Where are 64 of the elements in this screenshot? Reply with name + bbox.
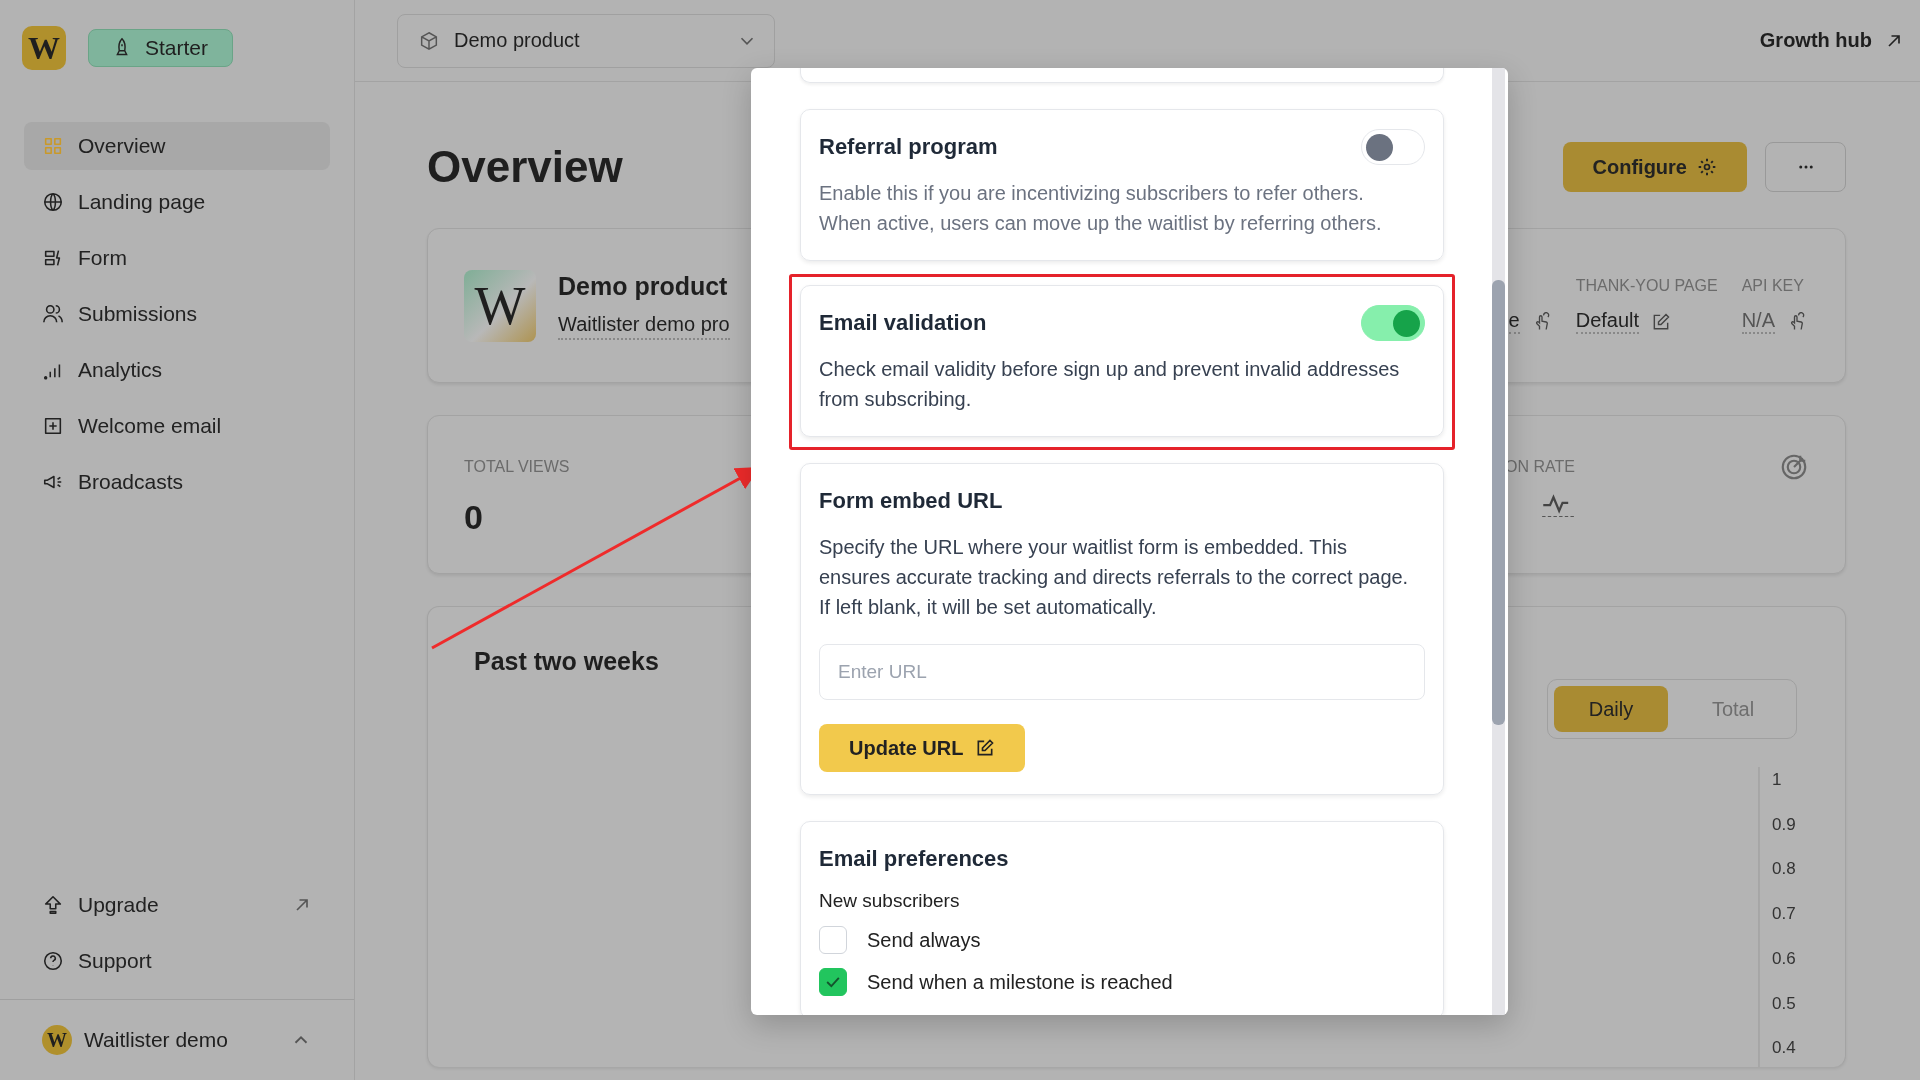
section-subtitle: New subscribers	[819, 890, 961, 912]
plan-badge: Starter	[88, 29, 234, 67]
product-logo: W	[464, 269, 536, 342]
axis-tick-label: 0.8	[1772, 859, 1796, 879]
nav-icon	[42, 415, 64, 437]
sidebar-item[interactable]: Landing page	[24, 178, 330, 226]
field-label: THANK-YOU PAGE	[1575, 277, 1718, 295]
sidebar-item[interactable]: Overview	[24, 122, 330, 170]
product-name: Demo product	[558, 271, 729, 301]
cube-icon	[418, 29, 440, 52]
more-icon	[1796, 164, 1815, 170]
edit-icon[interactable]	[1651, 311, 1672, 332]
nav-icon	[42, 135, 64, 157]
sidebar-item[interactable]: Support	[24, 937, 330, 985]
sidebar-item[interactable]: Welcome email	[24, 402, 330, 450]
growth-hub-link[interactable]: Growth hub	[1759, 29, 1904, 52]
axis-tick-label: 0.9	[1772, 814, 1796, 834]
axis-tick-label: 0.6	[1772, 948, 1796, 968]
setting-description: Specify the URL where your waitlist form is embedded. This ensures accurate tracking and directs referrals to the correct page. If left blank, it will be set automatically.	[819, 535, 1409, 620]
scrollbar-thumb[interactable]	[1492, 280, 1505, 725]
field-value[interactable]: N/A	[1741, 309, 1775, 334]
sidebar-item[interactable]: Broadcasts	[24, 458, 330, 506]
checkbox-label: Send when a milestone is reached	[867, 970, 1173, 994]
axis-tick-label: 1	[1772, 770, 1782, 789]
view-tab[interactable]: Daily	[1554, 686, 1668, 732]
nav-icon	[42, 894, 64, 916]
field-value[interactable]: Default	[1575, 309, 1640, 334]
sidebar-item[interactable]: Upgrade	[24, 881, 330, 929]
sidebar-item[interactable]: Form	[24, 234, 330, 282]
toggle-switch[interactable]	[1361, 305, 1425, 341]
chart-title: Past two weeks	[474, 647, 659, 676]
target-icon	[1779, 452, 1809, 482]
edit-icon	[975, 738, 996, 758]
sidebar-item[interactable]: Submissions	[24, 290, 330, 338]
checkbox-label: Send always	[867, 928, 981, 952]
metric-value: 0	[464, 498, 484, 537]
configure-button[interactable]: Configure	[1562, 142, 1747, 192]
setting-description: Enable this if you are incentivizing subscribers to refer others. When active, users can move up the waitlist by referring others.	[819, 181, 1383, 236]
checkbox[interactable]	[819, 926, 847, 954]
axis-tick-label: 0.7	[1772, 904, 1796, 924]
page-title: Overview	[427, 142, 623, 192]
metric-label: TOTAL VIEWS	[464, 458, 570, 476]
setting-title: Email validation	[819, 310, 987, 336]
settings-icon	[1697, 157, 1717, 177]
nav-icon	[42, 191, 64, 213]
sidebar-item[interactable]: Analytics	[24, 346, 330, 394]
axis-tick-label: 0.5	[1772, 993, 1796, 1013]
field-label: API KEY	[1741, 277, 1805, 295]
nav-icon	[42, 303, 64, 325]
toggle-switch[interactable]	[1361, 129, 1425, 165]
setting-title: Form embed URL	[819, 488, 1003, 514]
account-switcher[interactable]: W Waitlister demo	[0, 999, 354, 1080]
setting-title: Email preferences	[819, 846, 1009, 872]
axis-tick-label: 0.4	[1772, 1038, 1796, 1058]
url-input[interactable]: Enter URL	[819, 644, 1425, 700]
product-select[interactable]: Demo product	[397, 13, 775, 68]
product-description-link[interactable]: Waitlister demo pro	[558, 312, 730, 340]
checkbox[interactable]	[819, 968, 847, 996]
nav-icon	[42, 950, 64, 972]
setting-title: Referral program	[819, 134, 998, 160]
account-avatar: W	[42, 1025, 72, 1055]
setting-description: Check email validity before sign up and prevent invalid addresses from subscribing.	[819, 357, 1401, 412]
update-url-button[interactable]: Update URL	[819, 724, 1026, 772]
app-logo: W	[22, 26, 66, 70]
